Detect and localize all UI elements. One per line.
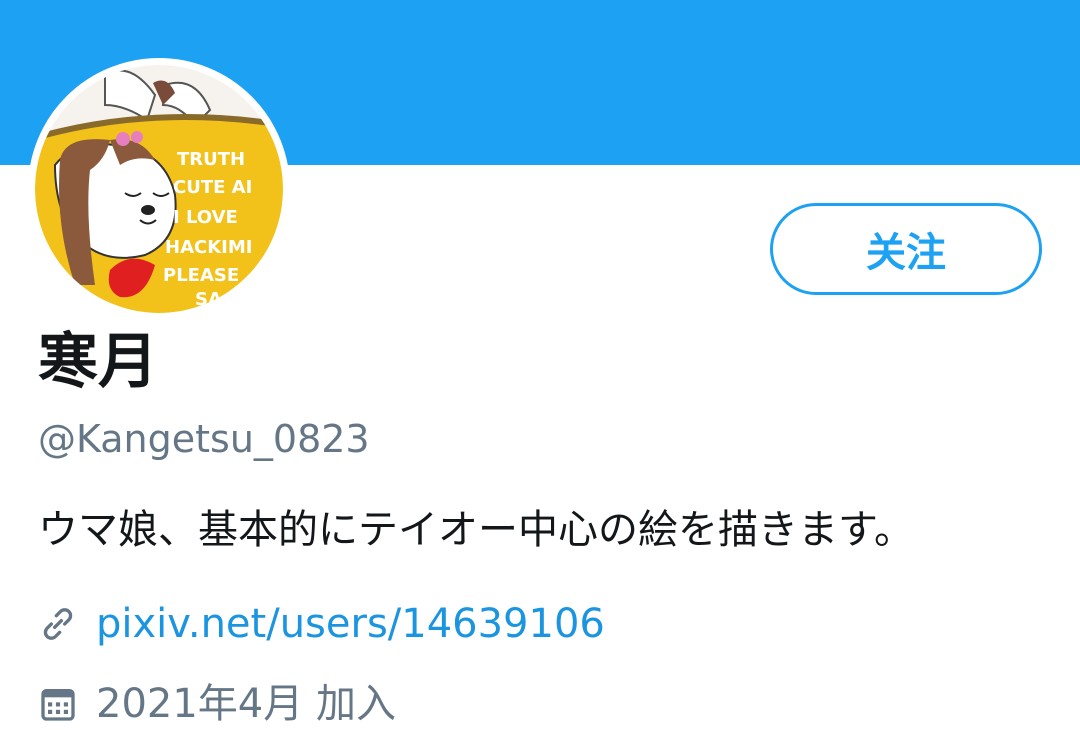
calendar-icon	[38, 684, 78, 724]
display-name: 寒月	[38, 327, 158, 397]
svg-text:SA: SA	[195, 289, 222, 310]
website-link[interactable]: pixiv.net/users/14639106	[96, 598, 605, 650]
website-row: pixiv.net/users/14639106	[38, 598, 605, 650]
link-icon	[38, 604, 78, 644]
joined-date: 2021年4月 加入	[96, 681, 396, 727]
user-handle: @Kangetsu_0823	[38, 417, 370, 461]
svg-text:TRUTH: TRUTH	[177, 149, 245, 170]
svg-text:CUTE AI: CUTE AI	[173, 177, 252, 198]
svg-text:HACKIMI: HACKIMI	[165, 237, 252, 258]
avatar[interactable]: TRUTH CUTE AI I LOVE HACKIMI PLEASE SA	[28, 58, 290, 320]
profile-bio: ウマ娘、基本的にテイオー中心の絵を描きます。	[38, 507, 914, 553]
avatar-image: TRUTH CUTE AI I LOVE HACKIMI PLEASE SA	[35, 65, 283, 313]
follow-button[interactable]: 关注	[770, 203, 1042, 295]
svg-text:I LOVE: I LOVE	[173, 207, 238, 228]
joined-row: 2021年4月 加入	[38, 678, 396, 730]
svg-text:PLEASE: PLEASE	[163, 265, 239, 286]
